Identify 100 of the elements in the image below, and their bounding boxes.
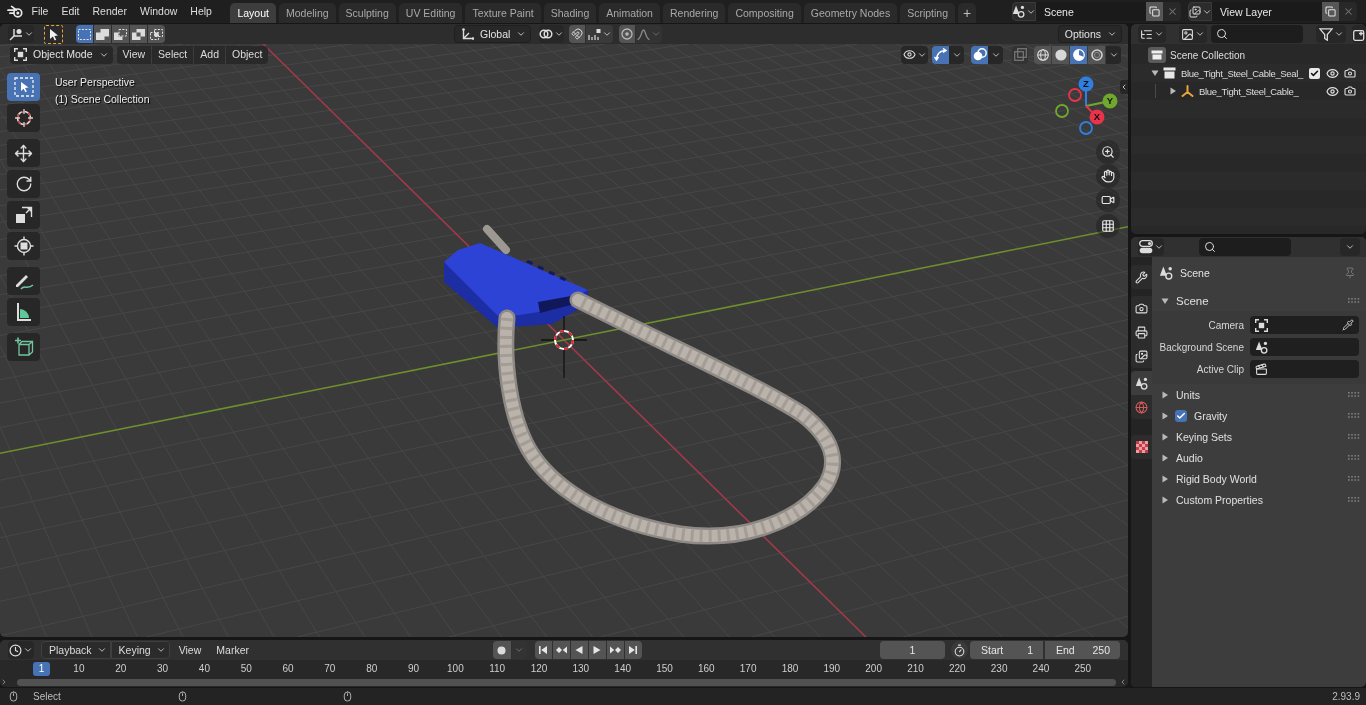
measure-tool[interactable] [7, 298, 40, 326]
disclosure-triangle-icon[interactable] [1161, 453, 1169, 462]
workspace-tab[interactable]: Modeling [278, 3, 336, 23]
shading-mode-button[interactable] [1088, 45, 1105, 64]
workspace-tab[interactable]: UV Editing [398, 3, 463, 23]
background-scene-field[interactable] [1250, 338, 1359, 356]
workspace-tab[interactable]: Shading [543, 3, 597, 23]
add-cube-tool[interactable] [7, 333, 40, 361]
dropdown-menu[interactable]: Playback [41, 641, 111, 659]
editor-type-button[interactable] [8, 25, 34, 43]
workspace-tab[interactable]: Layout [230, 3, 276, 23]
editor-type-button[interactable] [8, 641, 34, 659]
new-scene-button[interactable] [1146, 2, 1163, 21]
disclosure-triangle-icon[interactable] [1161, 432, 1169, 441]
menu-item[interactable]: Marker [210, 641, 255, 659]
add-workspace-button[interactable]: + [958, 3, 977, 23]
move-tool[interactable] [7, 139, 40, 167]
axis-handle[interactable] [1078, 76, 1094, 92]
xray-toggle[interactable] [1012, 45, 1028, 64]
proportional-editing-toggle[interactable] [619, 25, 636, 43]
negative-axis-handle[interactable] [1068, 88, 1082, 102]
disclosure-triangle-icon[interactable] [1151, 69, 1159, 77]
annotate-tool[interactable] [7, 267, 40, 295]
orientation-dropdown[interactable]: Global [454, 25, 532, 43]
panel-title[interactable]: Rigid Body World [1176, 472, 1257, 485]
playback-button[interactable] [535, 641, 552, 659]
render-tab[interactable] [1131, 296, 1152, 320]
options-dropdown[interactable]: Options [1057, 25, 1122, 43]
sidebar-toggle[interactable] [1120, 80, 1128, 94]
clip-field[interactable] [1250, 360, 1359, 378]
start-frame-field[interactable]: Start 1 [970, 641, 1043, 659]
axis-handle[interactable] [1102, 93, 1118, 109]
scale-tool[interactable] [7, 201, 40, 229]
menu-item[interactable]: Object [226, 45, 269, 64]
current-frame-field[interactable]: 1 [880, 641, 945, 659]
exclude-checkbox[interactable] [1308, 67, 1320, 79]
texture-tab[interactable] [1131, 435, 1152, 459]
disclosure-triangle-icon[interactable] [1169, 87, 1177, 95]
workspace-tab[interactable]: Texture Paint [465, 3, 541, 23]
select-box-tool[interactable] [7, 73, 40, 101]
menu-item[interactable]: Select [152, 45, 194, 64]
scene-tab[interactable] [1131, 371, 1152, 395]
workspace-tab[interactable]: Scripting [900, 3, 955, 23]
workspace-tab[interactable]: Rendering [662, 3, 726, 23]
scene-name-field[interactable]: Scene [1036, 2, 1146, 21]
projection-button[interactable] [1096, 214, 1120, 238]
display-mode-button[interactable] [1138, 25, 1166, 43]
panel-title[interactable]: Units [1176, 388, 1200, 401]
playback-button[interactable] [589, 641, 606, 659]
snap-toggle[interactable] [569, 25, 586, 43]
camera-view-button[interactable] [1096, 188, 1120, 212]
menu-item[interactable]: View [172, 641, 208, 659]
menu-item[interactable]: Edit [54, 1, 86, 22]
panel-title[interactable]: Audio [1176, 451, 1203, 464]
end-frame-field[interactable]: End 250 [1045, 641, 1120, 659]
falloff-button[interactable] [636, 25, 663, 43]
menu-item[interactable]: Add [194, 45, 225, 64]
tree-item[interactable]: Blue_Tight_Steel_Cable_ [1199, 85, 1299, 97]
selection-mode-button[interactable] [76, 25, 93, 43]
tool-tab[interactable] [1131, 265, 1152, 289]
editor-type-button[interactable] [1138, 238, 1164, 256]
negative-axis-handle[interactable] [1055, 104, 1069, 118]
panel-title[interactable]: Keying Sets [1176, 430, 1233, 443]
search-field[interactable] [1211, 25, 1303, 43]
remove-scene-button[interactable] [1163, 2, 1181, 21]
workspace-tab[interactable]: Animation [599, 3, 660, 23]
workspace-tab[interactable]: Geometry Nodes [803, 3, 898, 23]
selection-mode-button[interactable] [130, 25, 147, 43]
eye-icon[interactable] [1325, 84, 1339, 98]
camera-icon[interactable] [1344, 67, 1356, 79]
active-tool-button[interactable] [44, 24, 63, 44]
preview-range-toggle[interactable] [951, 641, 968, 659]
pivot-point-button[interactable] [539, 25, 565, 43]
tree-item[interactable]: Blue_Tight_Steel_Cable_Seal_ [1181, 67, 1303, 79]
camera-icon[interactable] [1344, 85, 1356, 97]
workspace-tab[interactable]: Sculpting [338, 3, 396, 23]
view-layer-selector-button[interactable] [1188, 2, 1212, 21]
eyedropper-icon[interactable] [1342, 319, 1354, 331]
view-layer-tab[interactable] [1131, 344, 1152, 368]
menu-item[interactable]: Render [86, 1, 134, 22]
negative-axis-handle[interactable] [1079, 121, 1093, 135]
menu-item[interactable]: View [116, 45, 152, 64]
rotate-tool[interactable] [7, 170, 40, 198]
transform-tool[interactable] [7, 232, 40, 260]
mode-dropdown[interactable]: Object Mode [10, 45, 113, 64]
new-view-layer-button[interactable] [1322, 2, 1339, 21]
panel-checkbox[interactable] [1175, 409, 1187, 422]
panel-title[interactable]: Custom Properties [1176, 493, 1263, 506]
timeline-scrollbar[interactable] [17, 678, 1116, 686]
selection-mode-button[interactable] [94, 25, 111, 43]
disclosure-triangle-icon[interactable] [1161, 296, 1169, 305]
shading-mode-button[interactable] [1052, 45, 1069, 64]
snap-target-button[interactable] [586, 25, 614, 43]
dropdown-menu[interactable]: Keying [110, 641, 170, 659]
playback-button[interactable] [553, 641, 570, 659]
panel-title[interactable]: Gravity [1194, 409, 1228, 422]
menu-item[interactable]: Help [183, 1, 219, 22]
pan-button[interactable] [1096, 164, 1120, 188]
gizmo-toggle[interactable] [932, 45, 949, 64]
eye-icon[interactable] [1325, 66, 1339, 80]
